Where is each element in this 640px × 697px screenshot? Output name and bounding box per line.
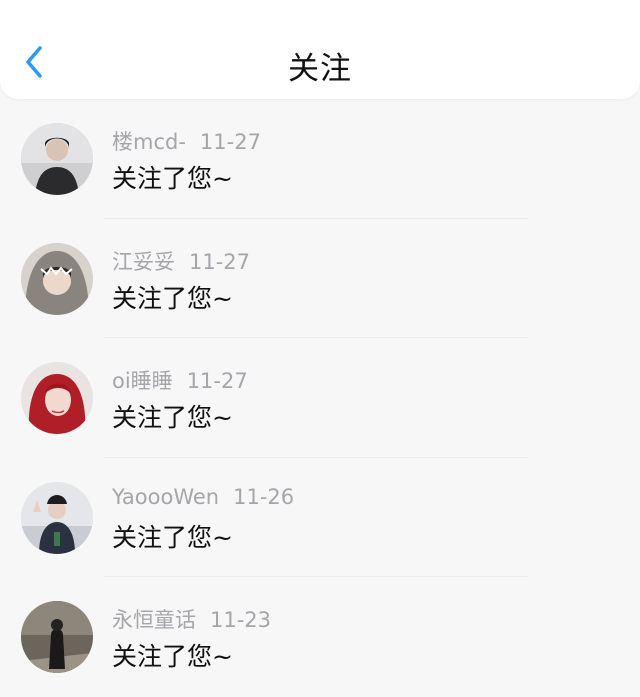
- timestamp: 11-26: [233, 484, 295, 509]
- avatar[interactable]: [21, 362, 93, 434]
- notification-meta: oi睡睡 11-27: [112, 365, 248, 395]
- avatar[interactable]: [21, 123, 93, 195]
- timestamp: 11-27: [199, 130, 261, 154]
- timestamp: 11-27: [189, 249, 251, 274]
- list-item[interactable]: 永恒童话 11-23 关注了您~: [0, 577, 640, 697]
- notification-meta: 永恒童话 11-23: [112, 604, 271, 634]
- timestamp: 11-23: [210, 608, 272, 632]
- user-name[interactable]: oi睡睡: [112, 369, 173, 393]
- follow-notification-list: 楼mcd- 11-27 关注了您~ 江妥妥 11-27 关注了您~ oi睡睡 1…: [0, 99, 640, 697]
- notification-message: 关注了您~: [112, 522, 233, 552]
- notification-meta: 楼mcd- 11-27: [112, 126, 261, 156]
- avatar[interactable]: [21, 601, 93, 673]
- user-name[interactable]: YaoooWen: [112, 485, 219, 509]
- notification-message: 关注了您~: [112, 642, 233, 671]
- notification-message: 关注了您~: [112, 164, 233, 193]
- user-name[interactable]: 楼mcd-: [112, 130, 186, 154]
- avatar[interactable]: [21, 481, 93, 554]
- user-name[interactable]: 永恒童话: [112, 608, 196, 632]
- notification-meta: 江妥妥 11-27: [112, 246, 250, 276]
- notification-message: 关注了您~: [112, 403, 233, 432]
- notification-meta: YaoooWen 11-26: [112, 485, 294, 509]
- avatar[interactable]: [21, 242, 93, 315]
- list-item[interactable]: YaoooWen 11-26 关注了您~: [0, 458, 640, 577]
- timestamp: 11-27: [186, 369, 248, 393]
- list-item[interactable]: 江妥妥 11-27 关注了您~: [0, 219, 640, 338]
- top-bar: 关注: [0, 0, 640, 99]
- user-name[interactable]: 江妥妥: [112, 250, 175, 274]
- notification-message: 关注了您~: [112, 283, 233, 313]
- page-title: 关注: [288, 51, 352, 87]
- list-item[interactable]: 楼mcd- 11-27 关注了您~: [0, 99, 640, 219]
- list-item[interactable]: oi睡睡 11-27 关注了您~: [0, 338, 640, 458]
